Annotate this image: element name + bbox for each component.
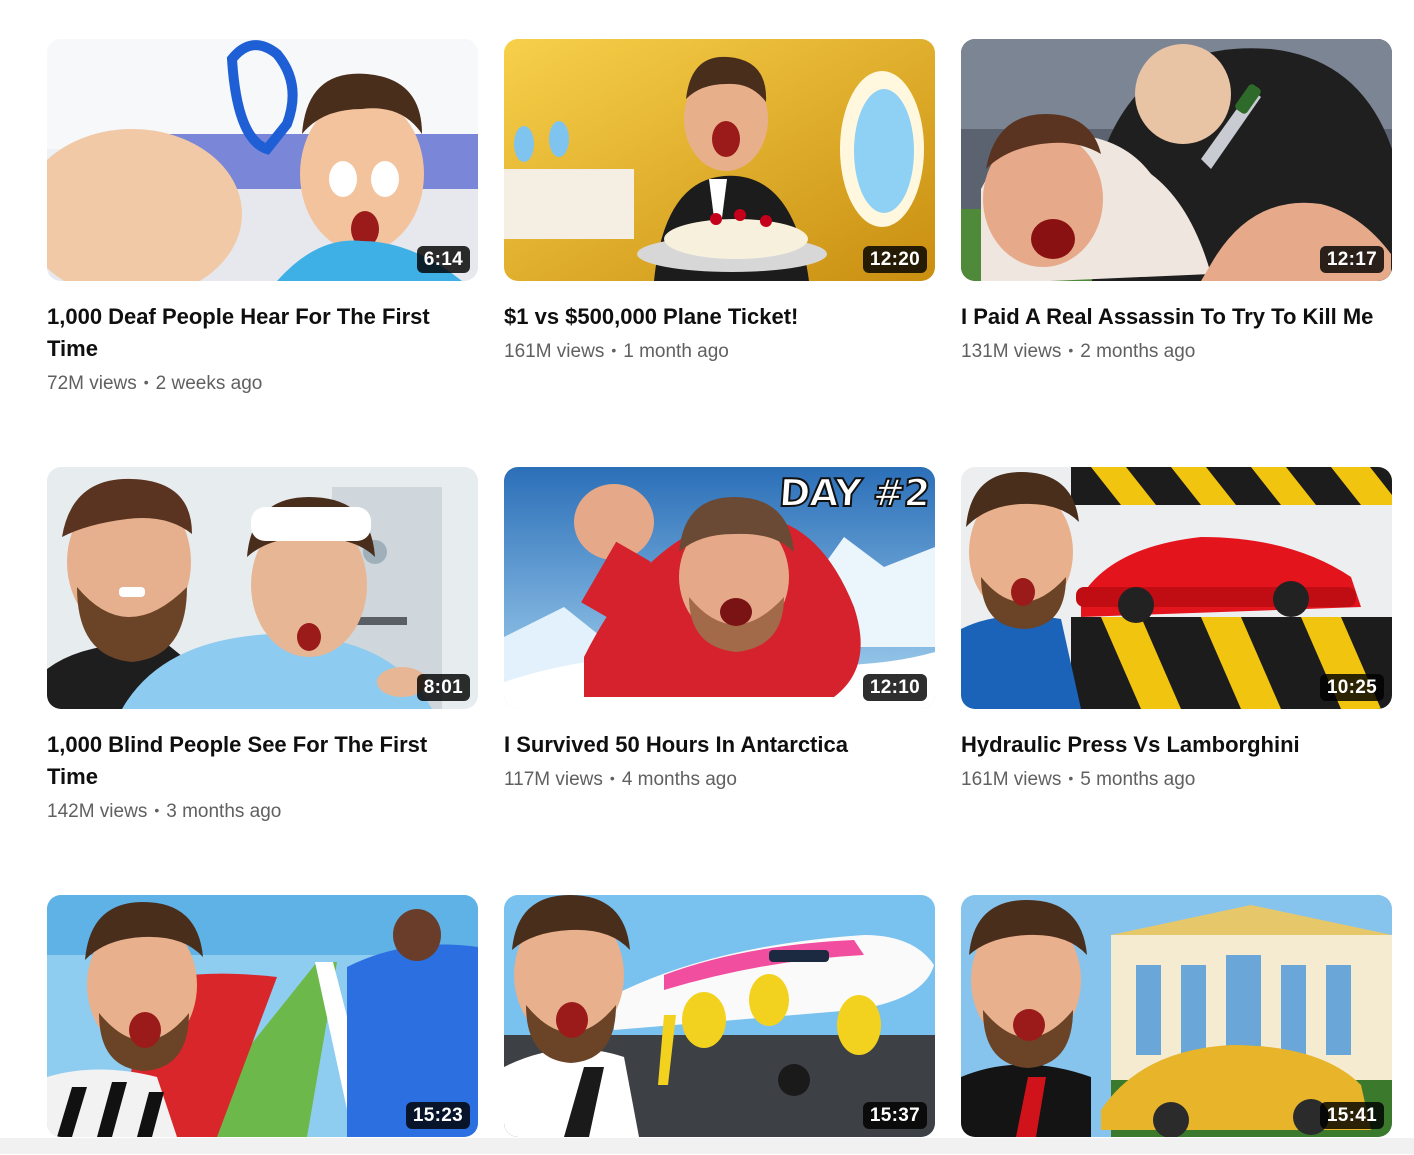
video-thumbnail[interactable]: 15:41 (961, 895, 1392, 1137)
thumbnail-image (961, 467, 1392, 709)
viewport-edge (0, 1138, 1414, 1154)
duration-badge: 12:10 (862, 674, 927, 701)
video-card[interactable]: 12:17 I Paid A Real Assassin To Try To K… (961, 39, 1392, 467)
video-thumbnail[interactable]: 12:20 (504, 39, 935, 281)
upload-age: 3 months ago (166, 801, 282, 822)
video-card[interactable]: DAY #2 12:10 I Survived 50 Hours In Anta… (504, 467, 935, 895)
meta-separator: • (143, 374, 149, 390)
duration-badge: 12:17 (1319, 246, 1384, 273)
view-count: 117M views (504, 769, 603, 790)
upload-age: 4 months ago (621, 769, 737, 790)
duration-badge: 15:37 (862, 1102, 927, 1129)
video-card[interactable]: 15:41 (961, 895, 1392, 1155)
thumbnail-image (961, 39, 1392, 281)
meta-separator: • (611, 342, 617, 358)
video-card[interactable]: 8:01 1,000 Blind People See For The Firs… (47, 467, 478, 895)
thumbnail-image (47, 467, 478, 709)
upload-age: 1 month ago (623, 341, 729, 362)
view-count: 161M views (504, 341, 605, 362)
video-title[interactable]: $1 vs $500,000 Plane Ticket! (504, 301, 924, 333)
thumbnail-image (47, 895, 478, 1137)
upload-age: 5 months ago (1080, 769, 1196, 790)
video-thumbnail[interactable]: DAY #2 12:10 (504, 467, 935, 709)
video-meta: 161M views • 1 month ago (504, 340, 935, 364)
duration-badge: 12:20 (862, 246, 927, 273)
video-card[interactable]: 6:14 1,000 Deaf People Hear For The Firs… (47, 39, 478, 467)
day-badge: DAY #2 (776, 470, 931, 516)
upload-age: 2 weeks ago (155, 373, 263, 394)
video-grid: 6:14 1,000 Deaf People Hear For The Firs… (47, 39, 1392, 1155)
video-thumbnail[interactable]: 6:14 (47, 39, 478, 281)
video-thumbnail[interactable]: 12:17 (961, 39, 1392, 281)
thumbnail-image (961, 895, 1392, 1137)
video-title[interactable]: I Paid A Real Assassin To Try To Kill Me (961, 301, 1381, 333)
meta-separator: • (1068, 342, 1074, 358)
duration-badge: 8:01 (416, 674, 470, 701)
video-card[interactable]: 10:25 Hydraulic Press Vs Lamborghini 161… (961, 467, 1392, 895)
upload-age: 2 months ago (1080, 341, 1196, 362)
video-meta: 161M views • 5 months ago (961, 768, 1392, 792)
meta-separator: • (154, 802, 160, 818)
video-thumbnail[interactable]: 15:37 (504, 895, 935, 1137)
video-thumbnail[interactable]: 15:23 (47, 895, 478, 1137)
video-card[interactable]: 15:23 (47, 895, 478, 1155)
duration-badge: 15:41 (1319, 1102, 1384, 1129)
meta-separator: • (1068, 770, 1074, 786)
video-card[interactable]: 15:37 (504, 895, 935, 1155)
video-thumbnail[interactable]: 10:25 (961, 467, 1392, 709)
video-title[interactable]: Hydraulic Press Vs Lamborghini (961, 729, 1381, 761)
video-title[interactable]: 1,000 Blind People See For The First Tim… (47, 729, 467, 793)
video-title[interactable]: 1,000 Deaf People Hear For The First Tim… (47, 301, 467, 365)
video-meta: 117M views • 4 months ago (504, 768, 935, 792)
thumbnail-image (504, 39, 935, 281)
view-count: 161M views (961, 769, 1062, 790)
view-count: 131M views (961, 341, 1062, 362)
video-meta: 142M views • 3 months ago (47, 800, 478, 824)
video-card[interactable]: 12:20 $1 vs $500,000 Plane Ticket! 161M … (504, 39, 935, 467)
meta-separator: • (609, 770, 615, 786)
duration-badge: 6:14 (416, 246, 470, 273)
view-count: 142M views (47, 801, 148, 822)
video-title[interactable]: I Survived 50 Hours In Antarctica (504, 729, 924, 761)
thumbnail-image (504, 895, 935, 1137)
thumbnail-image (47, 39, 478, 281)
video-meta: 72M views • 2 weeks ago (47, 372, 478, 396)
duration-badge: 15:23 (405, 1102, 470, 1129)
video-meta: 131M views • 2 months ago (961, 340, 1392, 364)
duration-badge: 10:25 (1319, 674, 1384, 701)
view-count: 72M views (47, 373, 137, 394)
video-thumbnail[interactable]: 8:01 (47, 467, 478, 709)
